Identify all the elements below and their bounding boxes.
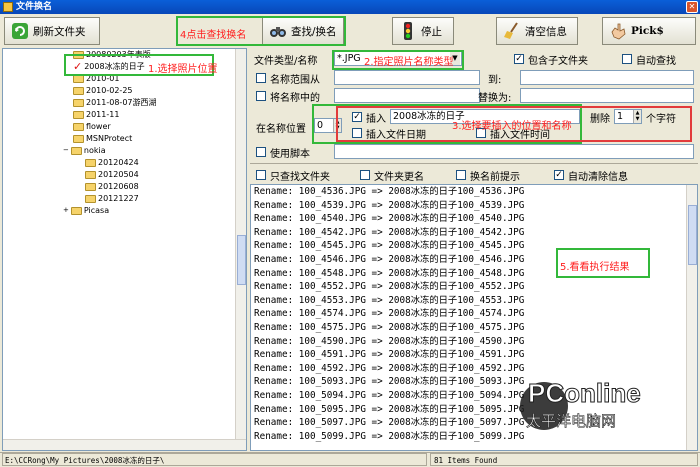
log-line: Rename: 100_4590.JPG => 2008冰冻的日子100_459… [254, 335, 525, 347]
step2-annotation: 2.指定照片名称类型 [364, 57, 454, 68]
svg-text:太平洋电脑网: 太平洋电脑网 [526, 412, 616, 430]
stop-button[interactable]: 停止 [392, 17, 454, 45]
tree-item[interactable]: MSNProtect [73, 133, 132, 144]
auto-clear-label: 自动清除信息 [568, 172, 628, 183]
folder-icon [73, 110, 84, 119]
picks-button[interactable]: Pick$ [602, 17, 696, 45]
traffic-light-icon [404, 22, 412, 40]
log-line: Rename: 100_4553.JPG => 2008冰冻的日子100_455… [254, 294, 525, 306]
log-line: Rename: 100_4536.JPG => 2008冰冻的日子100_453… [254, 186, 525, 197]
name-range-label: 名称范围从 [270, 75, 320, 86]
folder-icon [70, 146, 82, 155]
replace-to-input[interactable] [520, 88, 694, 103]
prompt-before-checkbox[interactable] [456, 170, 466, 180]
log-line: Rename: 100_4540.JPG => 2008冰冻的日子100_454… [254, 213, 525, 225]
log-line: Rename: 100_4539.JPG => 2008冰冻的日子100_453… [254, 199, 525, 211]
step1-annotation: 1.选择照片位置 [148, 64, 218, 75]
folder-icon [73, 86, 84, 95]
folder-icon [85, 182, 96, 191]
refresh-folder-label: 刷新文件夹 [33, 25, 86, 38]
tree-item[interactable]: 2011-11 [73, 109, 119, 120]
folder-icon [73, 98, 84, 107]
folder-icon [85, 170, 96, 179]
folder-icon [70, 206, 82, 215]
log-line: Rename: 100_4542.JPG => 2008冰冻的日子100_454… [254, 226, 525, 238]
tree-item[interactable]: − nokia [63, 145, 106, 156]
folder-icon [85, 158, 96, 167]
to-label: 到: [488, 75, 502, 86]
step3-annotation: 3.选择要插入的位置和名称 [452, 121, 572, 132]
log-line: Rename: 100_4552.JPG => 2008冰冻的日子100_455… [254, 281, 525, 293]
step4-annotation: 4点击查找换名 [180, 30, 247, 41]
title-bar: 文件换名 ✕ [0, 0, 700, 14]
file-type-label: 文件类型/名称 [254, 56, 318, 67]
toolbar: 刷新文件夹 查找/换名 停止 清空信息 Pick$ [0, 14, 700, 48]
include-subfolders-label: 包含子文件夹 [528, 56, 588, 67]
use-script-label: 使用脚本 [270, 149, 310, 160]
refresh-icon [12, 23, 28, 39]
svg-text:.com.cn: .com.cn [638, 394, 670, 404]
replace-name-checkbox[interactable] [256, 91, 266, 101]
window-title: 文件换名 [16, 2, 53, 12]
folder-tree[interactable]: 20080203年表版 ✓ 2008冰冻的日子 2010-01 2010-02-2… [2, 48, 247, 451]
hand-icon [611, 23, 626, 40]
stop-label: 停止 [421, 25, 442, 38]
pconline-logo: PConline .com.cn 太平洋电脑网 [520, 378, 670, 430]
folder-icon [85, 194, 96, 203]
use-script-checkbox[interactable] [256, 147, 266, 157]
step5-annotation: 5.看看执行结果 [560, 262, 630, 273]
log-line: Rename: 100_4575.JPG => 2008冰冻的日子100_457… [254, 321, 525, 333]
scroll-thumb[interactable] [688, 205, 697, 265]
log-line: Rename: 100_4574.JPG => 2008冰冻的日子100_457… [254, 308, 525, 320]
only-folders-label: 只查找文件夹 [270, 172, 330, 183]
name-range-to-input[interactable] [520, 70, 694, 85]
tree-item[interactable]: + Picasa [63, 205, 109, 216]
status-path: E:\CCRong\My Pictures\2008冰冻的日子\ [2, 453, 427, 466]
replace-name-label: 将名称中的 [270, 93, 320, 104]
app-icon [3, 2, 13, 12]
status-count: 81 Items Found [430, 453, 698, 466]
folder-icon [73, 134, 84, 143]
name-range-checkbox[interactable] [256, 73, 266, 83]
picks-label: Pick$ [631, 25, 664, 37]
position-label: 在名称位置 [256, 124, 306, 135]
svg-text:PConline: PConline [528, 378, 641, 408]
tree-vertical-scrollbar[interactable] [235, 49, 246, 450]
status-bar: E:\CCRong\My Pictures\2008冰冻的日子\ 81 Item… [0, 452, 700, 466]
name-range-from-input[interactable] [334, 70, 480, 85]
expand-icon[interactable]: − [63, 145, 69, 156]
replace-from-input[interactable] [334, 88, 480, 103]
include-subfolders-checkbox[interactable]: ✓ [514, 54, 524, 64]
close-icon[interactable]: ✕ [686, 1, 698, 13]
refresh-folder-button[interactable]: 刷新文件夹 [4, 17, 100, 45]
clear-info-label: 清空信息 [525, 25, 567, 38]
tree-item[interactable]: 20120424 [85, 157, 139, 168]
tree-item[interactable]: 2011-08-07游西湖 [73, 97, 157, 108]
expand-icon[interactable]: + [63, 205, 69, 216]
script-input[interactable] [334, 144, 694, 159]
tree-horizontal-scrollbar[interactable] [3, 439, 246, 450]
auto-find-checkbox[interactable] [622, 54, 632, 64]
tree-item[interactable]: 20120608 [85, 181, 139, 192]
broom-icon [504, 22, 518, 39]
replace-with-label: 替换为: [478, 93, 512, 104]
folder-rename-checkbox[interactable] [360, 170, 370, 180]
prompt-before-label: 换名前提示 [470, 172, 520, 183]
clear-info-button[interactable]: 清空信息 [496, 17, 578, 45]
scroll-thumb[interactable] [237, 235, 246, 285]
tree-item[interactable]: 2010-02-25 [73, 85, 133, 96]
folder-icon [73, 122, 84, 131]
watermark: PConline .com.cn 太平洋电脑网 [520, 370, 700, 450]
folder-rename-label: 文件夹更名 [374, 172, 424, 183]
divider [250, 163, 698, 164]
log-line: Rename: 100_4591.JPG => 2008冰冻的日子100_459… [254, 349, 525, 361]
tree-item[interactable]: 20121227 [85, 193, 139, 204]
auto-find-label: 自动查找 [636, 56, 676, 67]
tree-item[interactable]: 20120504 [85, 169, 139, 180]
auto-clear-checkbox[interactable]: ✓ [554, 170, 564, 180]
only-folders-checkbox[interactable] [256, 170, 266, 180]
tree-item[interactable]: flower [73, 121, 111, 132]
